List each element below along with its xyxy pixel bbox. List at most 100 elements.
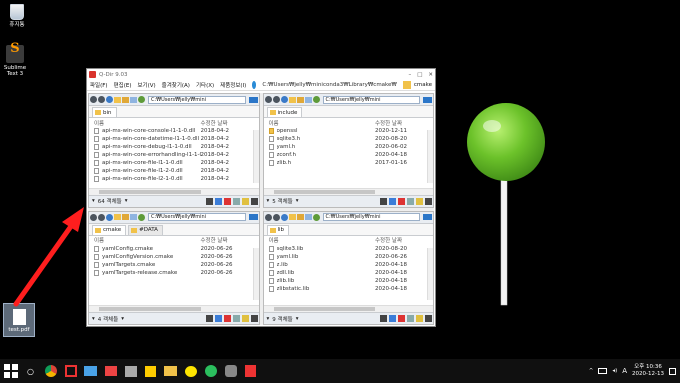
status-dropdown-arrow-icon[interactable]: ▾ [125, 198, 128, 204]
folder-icon[interactable] [114, 96, 121, 103]
folder-nav-icon[interactable] [402, 81, 411, 89]
file-row[interactable]: yaml.h 2020-06-02 [268, 143, 434, 151]
name-column-header[interactable]: 이름 [269, 236, 279, 244]
file-row[interactable]: api-ms-win-core-datetime-l1-1-0.dll 2018-… [94, 135, 259, 143]
folder-tab[interactable]: include [266, 107, 303, 117]
new-folder-icon[interactable] [122, 214, 129, 220]
file-row[interactable]: sqlite3.lib 2020-08-20 [268, 245, 434, 253]
notification-icon[interactable] [669, 367, 676, 375]
vertical-scrollbar[interactable] [427, 130, 433, 183]
search-taskbar-icon[interactable]: ○ [22, 363, 39, 380]
minimize-icon[interactable]: – [408, 72, 411, 78]
back-icon[interactable] [90, 213, 97, 221]
status-dropdown-icon[interactable]: ▾ [267, 198, 270, 204]
tray-up-arrow-icon[interactable]: ^ [589, 368, 594, 374]
file-row[interactable]: yamlConfigVersion.cmake 2020-06-26 [94, 253, 259, 261]
file-row[interactable]: zdll.lib 2020-04-18 [268, 269, 434, 277]
folder-icon[interactable] [288, 214, 296, 220]
view-icon[interactable] [304, 96, 312, 103]
vertical-scrollbar[interactable] [252, 130, 259, 183]
file-row[interactable]: api-ms-win-core-errorhandling-l1-1-0.dll… [94, 151, 259, 159]
game-taskbar-icon[interactable] [222, 363, 239, 380]
refresh-icon[interactable] [138, 213, 145, 221]
horizontal-scrollbar[interactable] [89, 187, 259, 195]
pane-top-right[interactable]: C:₩Users₩jelly₩mini include 이름 수정한 날짜 openss… [262, 93, 434, 208]
horizontal-scrollbar[interactable] [263, 187, 433, 195]
file-row[interactable]: api-ms-win-core-file-l1-2-0.dll 2018-04-2 [94, 167, 259, 175]
scroll-thumb[interactable] [99, 307, 201, 311]
pane-top-left[interactable]: C:₩Users₩jelly₩mini bin 이름 수정한 날짜 api-ms-win… [88, 93, 260, 208]
delete-icon[interactable] [398, 197, 405, 205]
file-row[interactable]: zconf.h 2020-04-18 [268, 151, 434, 159]
volume-icon[interactable]: ◂) [612, 368, 617, 374]
qdir-window[interactable]: Q-Dir 9.03 – □ ✕ 파일(F) 편집(E) 보기(V) 즐겨찾기(… [86, 68, 436, 327]
name-column-header[interactable]: 이름 [94, 119, 104, 127]
copy-icon[interactable] [205, 197, 213, 205]
title-bar[interactable]: Q-Dir 9.03 – □ ✕ [87, 69, 435, 80]
folder-icon[interactable] [288, 96, 296, 103]
file-row[interactable]: api-ms-win-core-file-l1-1-0.dll 2018-04-2 [94, 159, 259, 167]
vertical-scrollbar[interactable] [252, 247, 259, 300]
new-folder-icon[interactable] [296, 96, 304, 103]
view-icon[interactable] [130, 214, 137, 220]
file-row[interactable]: api-ms-win-core-file-l2-1-0.dll 2018-04-2 [94, 175, 259, 183]
rename-icon[interactable] [416, 197, 423, 205]
file-row[interactable]: yamlConfig.cmake 2020-06-26 [94, 245, 259, 253]
name-column-header[interactable]: 이름 [94, 236, 104, 244]
paste-icon[interactable] [389, 197, 396, 205]
file-row[interactable]: z.lib 2020-04-18 [268, 261, 434, 269]
file-row[interactable]: openssl 2020-12-11 [268, 127, 434, 135]
rename-icon[interactable] [241, 197, 249, 205]
date-column-header[interactable]: 수정한 날짜 [201, 119, 259, 127]
properties-icon[interactable] [407, 315, 414, 322]
status-dropdown-icon[interactable]: ▾ [267, 316, 270, 322]
status-dropdown-arrow-icon[interactable]: ▾ [121, 316, 124, 322]
menu-right-label[interactable]: cmake [414, 82, 432, 88]
menu-info[interactable]: 제품정보(I) [220, 81, 246, 89]
file-row[interactable]: yaml.lib 2020-06-26 [268, 253, 434, 261]
status-dropdown-icon[interactable]: ▾ [92, 198, 95, 204]
ime-indicator[interactable]: A [622, 367, 627, 375]
file-row[interactable]: zlibstatic.lib 2020-04-18 [268, 285, 434, 293]
vertical-scrollbar[interactable] [427, 247, 433, 300]
menu-favorites[interactable]: 즐겨찾기(A) [162, 81, 190, 89]
properties-icon[interactable] [407, 197, 414, 205]
menu-extras[interactable]: 기타(X) [196, 81, 214, 89]
back-icon[interactable] [264, 96, 272, 103]
monitor-icon[interactable] [248, 96, 258, 103]
file-row[interactable]: zlib.h 2017-01-16 [268, 159, 434, 167]
up-icon[interactable] [106, 213, 113, 221]
menu-edit[interactable]: 편집(E) [114, 81, 132, 89]
up-icon[interactable] [280, 96, 288, 103]
folder-tab[interactable]: cmake [92, 224, 127, 235]
up-icon[interactable] [106, 96, 113, 103]
view-icon[interactable] [130, 96, 137, 103]
address-field[interactable]: C:₩Users₩jelly₩mini [322, 95, 420, 104]
red-app-taskbar-icon[interactable] [62, 363, 79, 380]
date-column-header[interactable]: 수정한 날짜 [375, 236, 433, 244]
globe-icon[interactable] [252, 81, 257, 89]
paste-icon[interactable] [214, 315, 222, 322]
date-column-header[interactable]: 수정한 날짜 [375, 119, 433, 127]
forward-icon[interactable] [272, 213, 280, 221]
horizontal-scrollbar[interactable] [263, 305, 433, 312]
file-row[interactable]: zlib.lib 2020-04-18 [268, 277, 434, 285]
copy-icon[interactable] [205, 315, 213, 322]
status-dropdown-arrow-icon[interactable]: ▾ [296, 198, 299, 204]
address-field[interactable]: C:₩Users₩jelly₩mini [148, 95, 246, 104]
folder-tab[interactable]: #DATA [128, 224, 163, 235]
delete-icon[interactable] [223, 197, 231, 205]
forward-icon[interactable] [272, 96, 280, 103]
paste-icon[interactable] [214, 197, 222, 205]
new-folder-icon[interactable] [296, 214, 304, 220]
monitor-taskbar-icon[interactable] [82, 363, 99, 380]
delete-icon[interactable] [398, 315, 405, 322]
scroll-thumb[interactable] [273, 307, 376, 311]
monitor-icon[interactable] [423, 96, 432, 103]
monitor-icon[interactable] [248, 214, 258, 220]
status-dropdown-icon[interactable]: ▾ [92, 316, 95, 322]
file-row[interactable]: sqlite3.h 2020-08-20 [268, 135, 434, 143]
cmd-icon[interactable] [425, 315, 432, 322]
file-row[interactable]: yamlTargets-release.cmake 2020-06-26 [94, 269, 259, 277]
cmd-icon[interactable] [250, 315, 258, 322]
